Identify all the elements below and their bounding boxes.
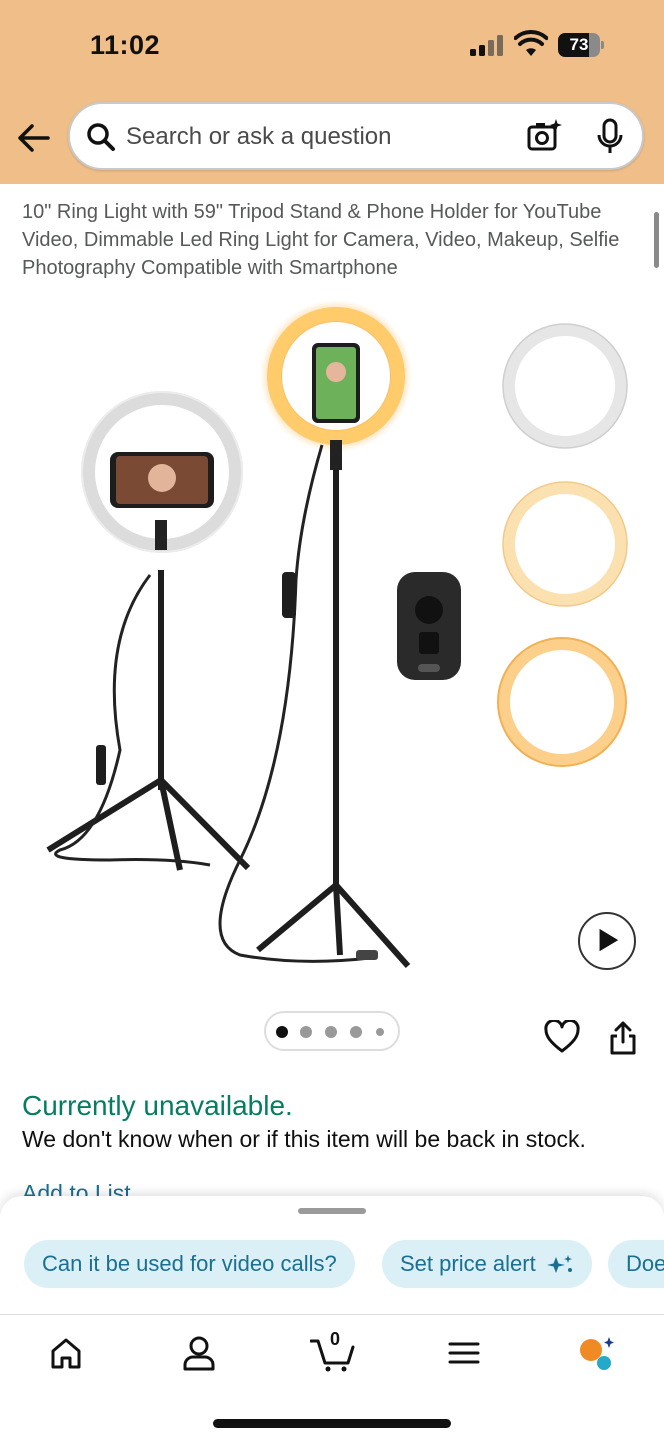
suggestion-chip-truncated[interactable]: Doe bbox=[608, 1240, 664, 1288]
heart-icon[interactable] bbox=[544, 1020, 580, 1054]
home-icon[interactable] bbox=[46, 1333, 86, 1373]
availability-status: Currently unavailable. bbox=[22, 1090, 293, 1121]
suggestion-chip-video-calls[interactable]: Can it be used for video calls? bbox=[24, 1240, 355, 1288]
pagination-dot[interactable] bbox=[300, 1026, 312, 1038]
pagination-dot[interactable] bbox=[325, 1026, 337, 1038]
cart-tab[interactable]: 0 bbox=[309, 1329, 356, 1373]
home-indicator bbox=[213, 1419, 451, 1428]
search-icon bbox=[87, 123, 115, 151]
battery-icon: 73 bbox=[558, 33, 604, 57]
suggestion-chip-price-alert[interactable]: Set price alert bbox=[382, 1240, 592, 1288]
menu-icon[interactable] bbox=[444, 1333, 484, 1373]
stock-note: We don't know when or if this item will … bbox=[22, 1126, 586, 1152]
play-video-button[interactable] bbox=[578, 912, 636, 970]
sheet-drag-handle[interactable] bbox=[298, 1208, 366, 1214]
assistant-suggestions-sheet: Can it be used for video calls? Set pric… bbox=[0, 1196, 664, 1316]
sparkle-icon bbox=[546, 1255, 572, 1274]
assistant-icon[interactable] bbox=[576, 1333, 616, 1373]
share-icon[interactable] bbox=[608, 1020, 638, 1056]
suggestion-chip-label: Doe bbox=[626, 1251, 664, 1276]
wifi-icon bbox=[514, 30, 548, 56]
search-bar[interactable] bbox=[68, 102, 644, 170]
battery-percent: 73 bbox=[569, 35, 589, 54]
camera-search-icon[interactable] bbox=[526, 118, 562, 154]
suggestion-chip-label: Set price alert bbox=[400, 1251, 536, 1276]
status-time: 11:02 bbox=[90, 30, 161, 60]
pagination-dot[interactable] bbox=[350, 1026, 362, 1038]
bottom-tab-bar: 0 bbox=[0, 1314, 664, 1440]
cart-count: 0 bbox=[329, 1329, 340, 1349]
suggestion-chip-label: Can it be used for video calls? bbox=[42, 1251, 337, 1276]
account-icon[interactable] bbox=[179, 1333, 219, 1373]
pagination-dot[interactable] bbox=[276, 1026, 288, 1038]
play-icon bbox=[599, 928, 619, 952]
pagination-dot[interactable] bbox=[376, 1028, 384, 1036]
scroll-indicator bbox=[654, 212, 659, 268]
microphone-icon[interactable] bbox=[594, 118, 626, 156]
search-input[interactable] bbox=[126, 120, 506, 154]
product-title: 10" Ring Light with 59" Tripod Stand & P… bbox=[22, 201, 620, 279]
product-image[interactable] bbox=[0, 290, 664, 990]
cellular-signal-icon bbox=[470, 34, 506, 56]
image-pagination[interactable] bbox=[264, 1011, 400, 1051]
app-header: 11:02 73 bbox=[0, 0, 664, 184]
back-arrow-icon[interactable] bbox=[14, 120, 54, 156]
